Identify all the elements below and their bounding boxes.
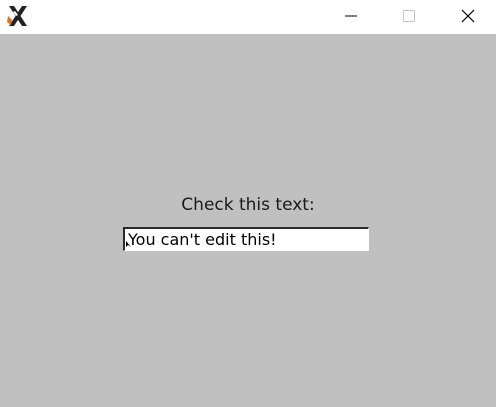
x-logo-icon bbox=[6, 4, 30, 28]
mouse-pointer-icon bbox=[126, 241, 131, 247]
maximize-icon bbox=[403, 10, 415, 22]
main-content: Check this text: bbox=[0, 34, 496, 407]
title-bar[interactable] bbox=[0, 0, 496, 34]
app-window: Check this text: bbox=[0, 0, 496, 407]
readonly-text-entry[interactable] bbox=[123, 227, 369, 251]
close-button[interactable] bbox=[445, 0, 491, 34]
check-text-label: Check this text: bbox=[181, 195, 315, 215]
minimize-icon bbox=[345, 15, 357, 17]
minimize-button[interactable] bbox=[328, 0, 374, 34]
maximize-button[interactable] bbox=[386, 0, 432, 34]
close-icon bbox=[461, 9, 475, 23]
